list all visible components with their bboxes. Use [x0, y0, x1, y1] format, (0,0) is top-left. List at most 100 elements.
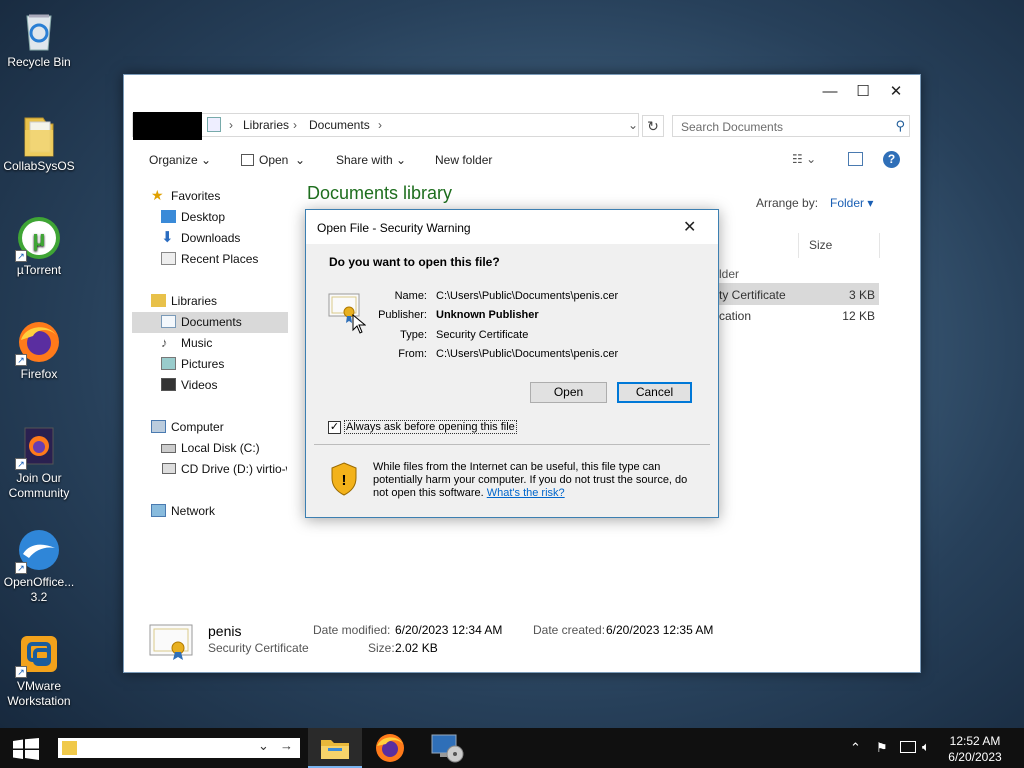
desktop-icon — [161, 210, 176, 223]
desktop-icon-utorrent[interactable]: µ ↗ µTorrent — [2, 216, 76, 278]
nav-music[interactable]: ♪ Music — [161, 335, 212, 350]
desktop-icon-openoffice[interactable]: ↗ OpenOffice... 3.2 — [2, 528, 76, 605]
new-folder-button[interactable]: New folder — [435, 153, 492, 167]
utorrent-icon: µ ↗ — [15, 216, 61, 262]
recent-places-icon — [161, 252, 176, 265]
nav-desktop[interactable]: Desktop — [161, 210, 225, 224]
desktop-icon-label: µTorrent — [16, 263, 62, 277]
music-icon: ♪ — [161, 335, 168, 350]
nav-local-disk[interactable]: Local Disk (C:) — [161, 441, 260, 455]
desktop-icon-label: Firefox — [20, 367, 58, 381]
desktop-icon-join-community[interactable]: ↗ Join Our Community — [2, 424, 76, 501]
type-value: Security Certificate — [436, 329, 529, 341]
details-size: 2.02 KB — [395, 641, 438, 655]
nav-recent-places[interactable]: Recent Places — [161, 252, 258, 266]
redacted-block — [133, 112, 202, 140]
nav-computer[interactable]: Computer — [151, 420, 224, 434]
network-tray-icon[interactable] — [900, 741, 916, 753]
certificate-icon — [148, 621, 194, 661]
nav-downloads[interactable]: ⬇ Downloads — [161, 229, 240, 246]
taskbar-cd-burner-button[interactable] — [420, 728, 474, 768]
desktop-icon-recycle-bin[interactable]: Recycle Bin — [2, 8, 76, 70]
recycle-bin-icon — [17, 8, 61, 52]
row-name[interactable]: cation — [719, 309, 751, 323]
arrange-by-dropdown[interactable]: Folder ▾ — [830, 196, 873, 210]
nav-documents[interactable]: Documents — [161, 315, 242, 329]
taskbar-explorer-button[interactable] — [308, 728, 362, 768]
address-bar[interactable]: › Libraries › Documents › ⌄ — [132, 112, 639, 140]
desktop-icon-collabsysos[interactable]: CollabSysOS — [2, 112, 76, 174]
column-header-size[interactable]: Size — [798, 233, 880, 258]
nav-network[interactable]: Network — [151, 504, 215, 518]
organize-button[interactable]: Organize ⌄ — [149, 153, 211, 167]
documents-icon — [161, 315, 176, 328]
taskbar-address-box[interactable]: ⌄ → — [58, 738, 300, 758]
search-input[interactable]: Search Documents ⚲ — [672, 115, 910, 137]
whats-the-risk-link[interactable]: What's the risk? — [487, 487, 565, 499]
shortcut-arrow-icon: ↗ — [15, 250, 27, 262]
open-button[interactable]: Open — [530, 382, 607, 403]
svg-text:µ: µ — [33, 226, 46, 251]
shortcut-arrow-icon: ↗ — [15, 562, 27, 574]
row-size: 12 KB — [842, 309, 875, 323]
desktop-icon-firefox[interactable]: ↗ Firefox — [2, 320, 76, 382]
details-date-created: 6/20/2023 12:35 AM — [606, 623, 714, 637]
videos-icon — [161, 378, 176, 391]
computer-icon — [151, 420, 166, 433]
breadcrumb-documents[interactable]: Documents — [309, 118, 370, 132]
taskbar-clock[interactable]: 12:52 AM 6/20/2023 — [940, 733, 1010, 765]
chevron-down-icon[interactable]: ⌄ — [628, 118, 638, 132]
nav-libraries[interactable]: Libraries — [151, 294, 217, 308]
share-with-button[interactable]: Share with ⌄ — [336, 153, 406, 167]
open-button[interactable]: Open ⌄ — [241, 153, 305, 167]
openoffice-icon: ↗ — [15, 528, 61, 574]
svg-text:!: ! — [342, 472, 347, 489]
minimize-button[interactable]: — — [815, 81, 845, 103]
windows-start-icon[interactable] — [13, 738, 39, 760]
mouse-cursor-icon — [352, 313, 367, 334]
view-options-icon[interactable]: ☷ ⌄ — [792, 152, 816, 166]
cancel-button[interactable]: Cancel — [617, 382, 692, 403]
name-label: Name: — [394, 290, 427, 302]
show-hidden-icons-chevron-icon[interactable]: ⌃ — [850, 740, 861, 756]
details-size-label: Size: — [368, 641, 395, 655]
clock-date: 6/20/2023 — [948, 750, 1002, 764]
warning-message: While files from the Internet can be use… — [373, 461, 688, 499]
publisher-label: Publisher: — [378, 309, 427, 321]
vmware-icon: ↗ — [15, 632, 61, 678]
maximize-button[interactable]: ☐ — [848, 81, 878, 103]
preview-pane-icon[interactable] — [848, 152, 863, 166]
close-button[interactable]: ✕ — [881, 81, 911, 103]
always-ask-label[interactable]: Always ask before opening this file — [344, 420, 517, 434]
from-value: C:\Users\Public\Documents\penis.cer — [436, 348, 619, 360]
dialog-close-icon[interactable]: ✕ — [683, 217, 696, 237]
help-icon[interactable]: ? — [883, 151, 900, 168]
divider — [314, 444, 710, 445]
nav-videos[interactable]: Videos — [161, 378, 217, 392]
download-arrow-icon: ⬇ — [161, 229, 174, 246]
refresh-button[interactable]: ↻ — [642, 115, 664, 137]
name-value: C:\Users\Public\Documents\penis.cer — [436, 290, 619, 302]
nav-cd-drive[interactable]: CD Drive (D:) virtio-w — [181, 462, 287, 476]
details-date-modified-label: Date modified: — [313, 623, 391, 637]
chevron-right-icon: › — [229, 118, 233, 132]
always-ask-checkbox[interactable]: ✓ — [328, 421, 341, 434]
row-name: ty Certificate — [719, 288, 786, 302]
desktop-icon-vmware[interactable]: ↗ VMware Workstation — [2, 632, 76, 709]
desktop-icon-label: VMware Workstation — [7, 679, 71, 708]
chevron-down-icon[interactable]: ⌄ — [258, 738, 269, 754]
drive-icon — [161, 444, 176, 453]
breadcrumb-libraries[interactable]: Libraries — [243, 118, 289, 132]
cd-drive-icon — [162, 463, 176, 474]
go-arrow-icon[interactable]: → — [280, 738, 293, 753]
desktop-icon-label: CollabSysOS — [3, 159, 75, 173]
open-icon — [241, 154, 254, 166]
publisher-value: Unknown Publisher — [436, 309, 539, 321]
nav-favorites[interactable]: ★ Favorites — [151, 187, 220, 203]
taskbar: ⌄ → ⌃ ⚑ 🔈︎ 12:52 AM 6/20/2023 — [0, 728, 1024, 768]
row-name[interactable]: lder — [719, 267, 739, 281]
taskbar-firefox-button[interactable] — [364, 728, 418, 768]
nav-pictures[interactable]: Pictures — [161, 357, 224, 371]
volume-muted-icon[interactable]: 🔈︎ — [922, 739, 930, 755]
action-center-flag-icon[interactable]: ⚑ — [876, 740, 888, 756]
